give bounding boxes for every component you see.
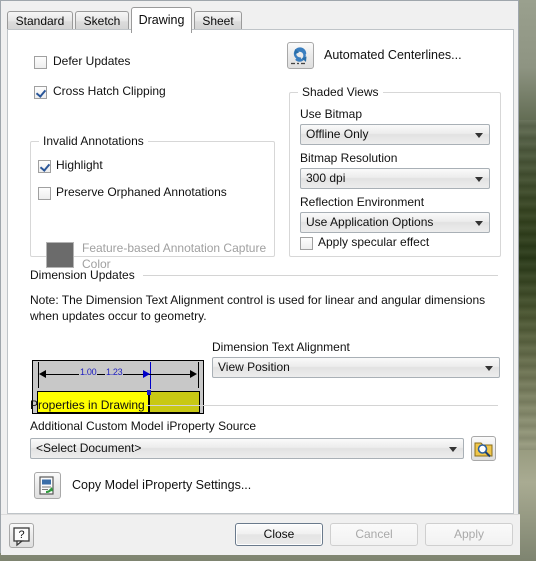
automated-centerlines-button[interactable] bbox=[287, 42, 314, 69]
properties-in-drawing-divider bbox=[146, 405, 498, 406]
shaded-views-group-title: Shaded Views bbox=[298, 85, 383, 99]
dimension-text-alignment-label: Dimension Text Alignment bbox=[212, 340, 350, 354]
extension-line-middle bbox=[150, 362, 151, 389]
bitmap-resolution-value: 300 dpi bbox=[306, 171, 346, 185]
annotation-capture-color-label-line1: Feature-based Annotation Capture bbox=[82, 241, 267, 255]
preserve-orphaned-annotations-label: Preserve Orphaned Annotations bbox=[56, 185, 227, 199]
automated-centerlines-label: Automated Centerlines... bbox=[324, 48, 462, 62]
bitmap-resolution-combo[interactable]: 300 dpi bbox=[300, 168, 490, 189]
defer-updates-checkbox[interactable] bbox=[34, 56, 47, 69]
svg-text:?: ? bbox=[18, 529, 24, 541]
properties-in-drawing-section-title: Properties in Drawing bbox=[30, 398, 145, 412]
preview-rect-olive bbox=[149, 391, 200, 413]
dimension-updates-divider bbox=[143, 275, 498, 276]
tab-sketch[interactable]: Sketch bbox=[75, 11, 129, 31]
dialog-footer: ? Close Cancel Apply bbox=[1, 514, 520, 555]
dimension-updates-note: Note: The Dimension Text Alignment contr… bbox=[30, 293, 486, 323]
centerline-refresh-icon bbox=[291, 47, 307, 65]
dimension-text-alignment-value: View Position bbox=[218, 360, 290, 374]
reflection-environment-label: Reflection Environment bbox=[300, 195, 425, 209]
dimension-updates-section-title: Dimension Updates bbox=[30, 268, 135, 282]
arrow-right-icon bbox=[190, 370, 197, 378]
help-question-icon: ? bbox=[13, 527, 30, 547]
copy-document-icon bbox=[39, 476, 54, 495]
apply-specular-effect-checkbox[interactable] bbox=[300, 237, 313, 250]
tab-drawing[interactable]: Drawing bbox=[131, 7, 192, 33]
drawing-tab-panel: Defer Updates Cross Hatch Clipping Autom… bbox=[7, 29, 514, 514]
chevron-down-icon bbox=[475, 221, 483, 226]
copy-model-iproperty-settings-button[interactable] bbox=[34, 472, 61, 499]
browse-document-button[interactable] bbox=[471, 436, 496, 461]
invalid-annotations-group-title: Invalid Annotations bbox=[39, 134, 148, 148]
preview-grip-handle bbox=[147, 390, 151, 395]
chevron-down-icon bbox=[475, 177, 483, 182]
arrow-middle-icon bbox=[143, 370, 150, 378]
highlight-label: Highlight bbox=[56, 158, 103, 172]
tab-standard[interactable]: Standard bbox=[7, 11, 73, 31]
use-bitmap-label: Use Bitmap bbox=[300, 107, 363, 121]
cross-hatch-clipping-checkbox[interactable] bbox=[34, 86, 47, 99]
application-options-dialog: Standard Sketch Drawing Sheet Defer Upda… bbox=[0, 0, 520, 555]
highlight-checkbox[interactable] bbox=[38, 160, 51, 173]
use-bitmap-combo[interactable]: Offline Only bbox=[300, 124, 490, 145]
chevron-down-icon bbox=[475, 133, 483, 138]
cancel-button[interactable]: Cancel bbox=[330, 523, 418, 546]
tab-sheet[interactable]: Sheet bbox=[194, 11, 242, 31]
reflection-environment-value: Use Application Options bbox=[306, 215, 434, 229]
tab-strip: Standard Sketch Drawing Sheet bbox=[7, 7, 514, 33]
reflection-environment-combo[interactable]: Use Application Options bbox=[300, 212, 490, 233]
cross-hatch-clipping-label: Cross Hatch Clipping bbox=[53, 84, 166, 98]
apply-button[interactable]: Apply bbox=[425, 523, 513, 546]
dimension-preview-upper: 1.00 1.23 bbox=[33, 361, 203, 389]
help-button[interactable]: ? bbox=[9, 523, 34, 548]
dimension-value-b: 1.23 bbox=[105, 367, 124, 377]
dimension-value-a: 1.00 bbox=[79, 367, 98, 377]
annotation-capture-color-swatch[interactable] bbox=[46, 242, 74, 268]
preserve-orphaned-annotations-checkbox[interactable] bbox=[38, 187, 51, 200]
bitmap-resolution-label: Bitmap Resolution bbox=[300, 151, 398, 165]
use-bitmap-value: Offline Only bbox=[306, 127, 369, 141]
arrow-left-icon bbox=[39, 370, 46, 378]
defer-updates-label: Defer Updates bbox=[53, 54, 131, 68]
chevron-down-icon bbox=[485, 366, 493, 371]
iproperty-source-combo[interactable]: <Select Document> bbox=[30, 438, 464, 459]
extension-line-right bbox=[198, 362, 199, 388]
close-button[interactable]: Close bbox=[235, 523, 323, 546]
folder-magnifier-icon bbox=[474, 442, 493, 458]
apply-specular-effect-label: Apply specular effect bbox=[318, 235, 430, 249]
copy-model-iproperty-settings-label: Copy Model iProperty Settings... bbox=[72, 478, 252, 492]
chevron-down-icon bbox=[449, 447, 457, 452]
iproperty-source-value: <Select Document> bbox=[36, 441, 142, 455]
dimension-text-alignment-combo[interactable]: View Position bbox=[212, 357, 500, 378]
iproperty-source-label: Additional Custom Model iProperty Source bbox=[30, 419, 257, 433]
